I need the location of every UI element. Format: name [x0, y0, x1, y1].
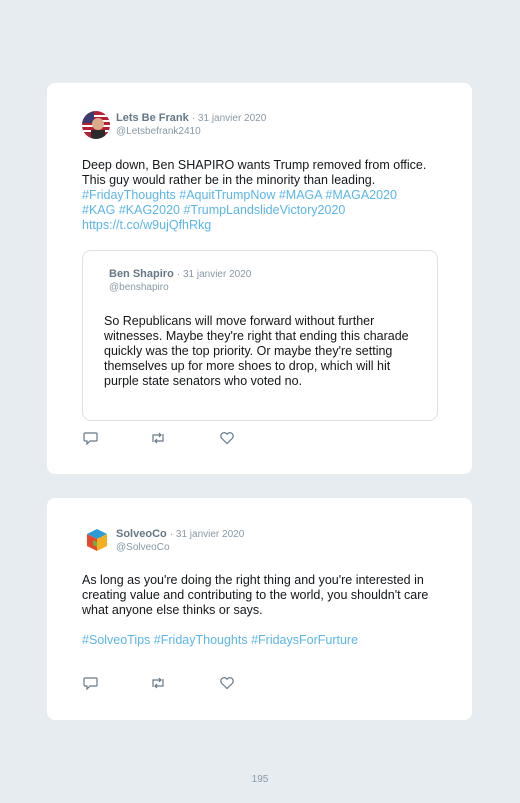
quoted-author-label[interactable]: Ben Shapiro: [109, 268, 174, 280]
tweet-card: Lets Be Frank · 31 janvier 2020 @Letsbef…: [47, 83, 472, 474]
hashtag-links[interactable]: #SolveoTips #FridayThoughts #FridaysForF…: [82, 633, 442, 648]
tweet-text: As long as you're doing the right thing …: [82, 573, 429, 617]
page-number: 195: [251, 774, 269, 785]
quoted-tweet[interactable]: Ben Shapiro · 31 janvier 2020 @benshapir…: [82, 250, 438, 421]
quoted-author-name[interactable]: Ben Shapiro · 31 janvier 2020: [109, 268, 251, 280]
reply-icon[interactable]: [83, 431, 99, 445]
like-icon[interactable]: [219, 676, 235, 690]
avatar[interactable]: [84, 527, 110, 553]
author-name[interactable]: SolveoCo · 31 janvier 2020: [116, 528, 244, 540]
author-handle: @Letsbefrank2410: [116, 126, 201, 137]
tweet-date: · 31 janvier 2020: [191, 113, 267, 124]
quoted-author-handle: @benshapiro: [109, 282, 169, 293]
hashtag-links[interactable]: #KAG #KAG2020 #TrumpLandslideVictory2020: [82, 203, 345, 217]
tweet-url-link[interactable]: https://t.co/w9ujQfhRkg: [82, 218, 211, 232]
author-handle: @SolveoCo: [116, 542, 170, 553]
avatar[interactable]: [82, 111, 110, 139]
author-label[interactable]: Lets Be Frank: [116, 112, 189, 124]
tweet-actions: [83, 676, 243, 690]
solveo-cube-logo: [87, 529, 107, 551]
retweet-icon[interactable]: [150, 431, 166, 445]
hashtag-links[interactable]: #FridayThoughts #AquitTrumpNow #MAGA #MA…: [82, 188, 397, 202]
tweet-actions: [83, 431, 243, 445]
quoted-tweet-text: So Republicans will move forward without…: [104, 314, 409, 388]
tweet-date: · 31 janvier 2020: [169, 529, 245, 540]
author-name[interactable]: Lets Be Frank · 31 janvier 2020: [116, 112, 266, 124]
author-label[interactable]: SolveoCo: [116, 528, 167, 540]
quoted-tweet-date: · 31 janvier 2020: [176, 269, 252, 280]
tweet-body: Deep down, Ben SHAPIRO wants Trump remov…: [82, 158, 427, 187]
tweet-card: SolveoCo · 31 janvier 2020 @SolveoCo As …: [47, 498, 472, 720]
reply-icon[interactable]: [83, 676, 99, 690]
retweet-icon[interactable]: [150, 676, 166, 690]
like-icon[interactable]: [219, 431, 235, 445]
tweet-text: Deep down, Ben SHAPIRO wants Trump remov…: [82, 158, 442, 233]
